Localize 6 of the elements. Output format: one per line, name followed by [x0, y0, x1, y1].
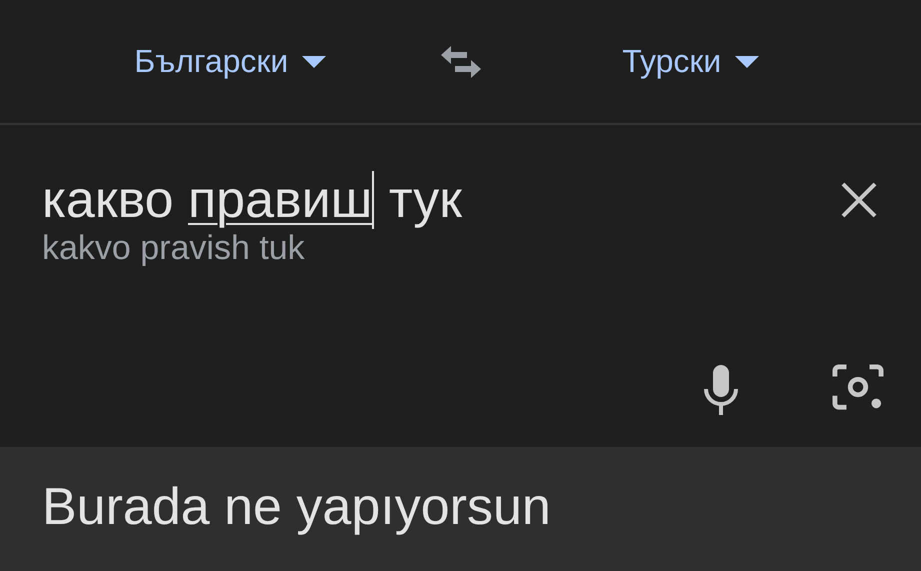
- target-language-button[interactable]: Турски: [616, 37, 766, 86]
- translation-text: Burada ne yapıyorsun: [42, 477, 552, 537]
- caret-icon: [735, 56, 760, 68]
- caret-icon: [302, 56, 326, 68]
- source-language-button[interactable]: Български: [128, 37, 332, 86]
- close-icon[interactable]: [839, 180, 879, 220]
